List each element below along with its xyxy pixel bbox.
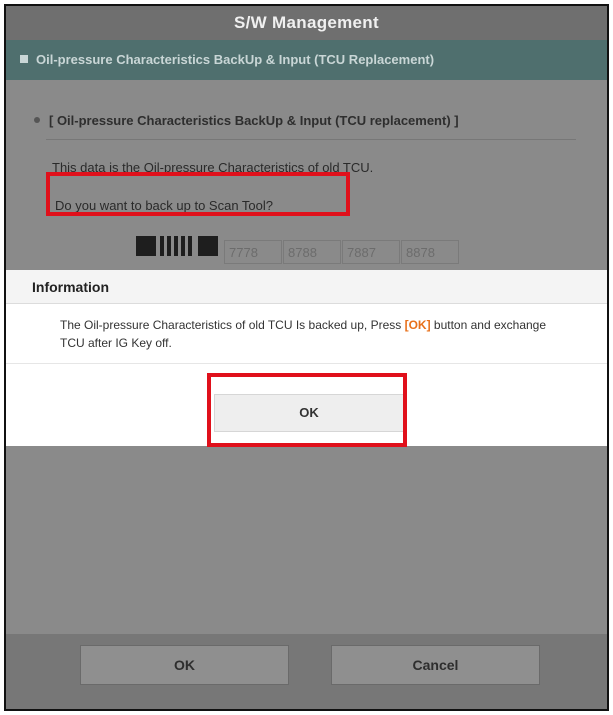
section-header: Oil-pressure Characteristics BackUp & In…: [6, 40, 607, 80]
dialog-title: Information: [6, 270, 607, 304]
qr-block: [136, 236, 156, 256]
square-bullet-icon: [20, 55, 28, 63]
information-dialog: Information The Oil-pressure Characteris…: [6, 270, 607, 447]
qr-block: [198, 236, 218, 256]
section-title: Oil-pressure Characteristics BackUp & In…: [36, 52, 435, 67]
highlight-box-question: [46, 172, 350, 216]
qr-block: [160, 236, 194, 256]
code-field-1: 7778: [224, 240, 282, 264]
code-field-2: 8788: [283, 240, 341, 264]
code-field-3: 7887: [342, 240, 400, 264]
content-heading-text: [ Oil-pressure Characteristics BackUp & …: [49, 113, 459, 128]
divider: [46, 139, 576, 140]
dialog-message: The Oil-pressure Characteristics of old …: [60, 316, 560, 352]
code-field-4: 8878: [401, 240, 459, 264]
code-fields: 7778 8788 7887 8878: [224, 240, 460, 264]
qr-code-icon: [136, 236, 218, 256]
window-title: S/W Management: [6, 6, 607, 40]
ok-button[interactable]: OK: [80, 645, 289, 685]
app-frame: S/W Management Oil-pressure Characterist…: [4, 4, 609, 711]
dialog-message-ok: [OK]: [404, 318, 431, 332]
dialog-divider: [6, 363, 607, 364]
footer-bar: OK Cancel: [6, 634, 607, 709]
main-content: [ Oil-pressure Characteristics BackUp & …: [6, 80, 607, 272]
bullet-dot-icon: [34, 117, 40, 123]
dialog-message-part1: The Oil-pressure Characteristics of old …: [60, 318, 405, 332]
cancel-button[interactable]: Cancel: [331, 645, 540, 685]
content-heading: [ Oil-pressure Characteristics BackUp & …: [34, 113, 459, 128]
highlight-box-ok: [207, 373, 407, 447]
